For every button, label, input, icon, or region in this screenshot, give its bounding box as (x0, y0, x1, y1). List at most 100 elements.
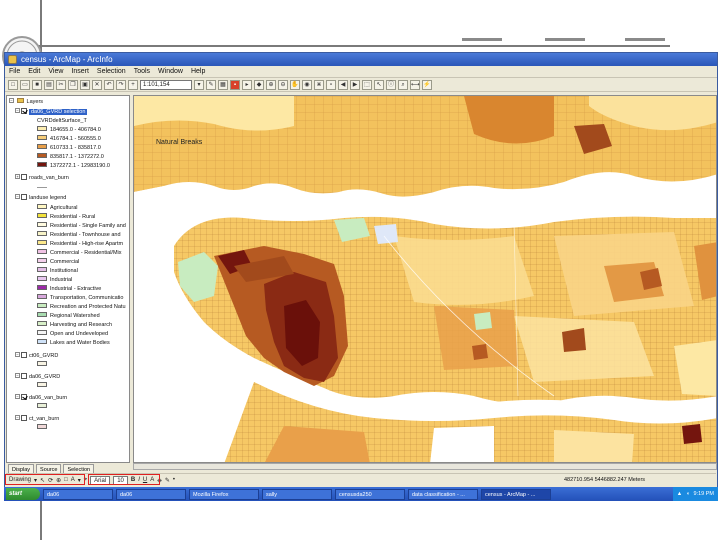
window-titlebar[interactable]: census - ArcMap - ArcInfo (5, 53, 717, 66)
command-line-icon[interactable]: ▸ (242, 79, 252, 90)
status-coordinates: 482710.954 5446882.247 Meters (564, 477, 646, 483)
network-icon[interactable]: ▲ (677, 487, 682, 501)
zoom-in-icon[interactable]: ⊕ (266, 79, 276, 90)
layer-visibility-checkbox[interactable] (21, 351, 27, 358)
map-legend-label: Natural Breaks (156, 139, 203, 146)
line-color-icon[interactable]: ✎ (165, 477, 170, 484)
copy-icon[interactable]: ❐ (68, 79, 78, 90)
menu-file[interactable]: File (9, 66, 20, 77)
print-icon[interactable]: ▤ (44, 79, 54, 90)
start-button[interactable]: start (6, 488, 40, 500)
taskbar-item[interactable]: censusda250 (335, 488, 405, 500)
decorative-dash (545, 38, 585, 41)
collapse-icon[interactable]: − (15, 194, 20, 200)
windows-taskbar: start da06 da06 Mozilla Firefox sally ce… (4, 487, 718, 501)
layer-visibility-checkbox[interactable] (21, 173, 27, 180)
landuse-swatch (37, 321, 47, 327)
menu-help[interactable]: Help (191, 66, 205, 77)
arctoolbox-icon[interactable]: ▪ (230, 79, 240, 90)
clock: 9:19 PM (693, 491, 714, 497)
delete-icon[interactable]: ✕ (92, 79, 102, 90)
landuse-class-item: Harvesting and Research (37, 321, 112, 330)
map-view[interactable]: Natural Breaks (133, 95, 717, 463)
hyperlink-icon[interactable]: ⚡ (422, 79, 432, 90)
toc-layer-selected[interactable]: − da06_GVRD selection (15, 107, 88, 117)
layer-visibility-checkbox[interactable] (21, 193, 27, 200)
layer-visibility-checkbox[interactable] (21, 414, 27, 421)
collapse-icon[interactable]: − (9, 98, 14, 104)
add-data-icon[interactable]: + (128, 79, 138, 90)
cut-icon[interactable]: ✂ (56, 79, 66, 90)
full-extent-icon[interactable]: ◉ (302, 79, 312, 90)
zoom-out-icon[interactable]: ⊖ (278, 79, 288, 90)
redo-icon[interactable]: ↷ (116, 79, 126, 90)
menu-view[interactable]: View (48, 66, 63, 77)
collapse-icon[interactable]: − (15, 394, 20, 400)
layer-visibility-checkbox[interactable] (21, 372, 27, 379)
volume-icon[interactable]: ◖ (686, 487, 689, 501)
class-item: 835817.1 - 1372272.0 (37, 153, 104, 162)
menu-window[interactable]: Window (158, 66, 183, 77)
toc-layer-landuse[interactable]: − landuse legend (15, 193, 66, 203)
find-icon[interactable]: ⌕ (398, 79, 408, 90)
map-scale-input[interactable]: 1:101,154 (140, 79, 192, 90)
scale-dropdown-icon[interactable]: ▾ (194, 79, 204, 90)
paste-icon[interactable]: ▣ (80, 79, 90, 90)
landuse-swatch (37, 213, 47, 219)
highlight-box (88, 474, 160, 485)
editor-icon[interactable]: ✎ (206, 79, 216, 90)
menu-edit[interactable]: Edit (28, 66, 40, 77)
menu-insert[interactable]: Insert (71, 66, 89, 77)
collapse-icon[interactable]: − (15, 415, 20, 421)
undo-icon[interactable]: ↶ (104, 79, 114, 90)
toc-layers-root[interactable]: − Layers (9, 98, 43, 107)
expand-icon[interactable]: + (15, 174, 20, 180)
menu-tools[interactable]: Tools (134, 66, 150, 77)
layer-visibility-checkbox[interactable] (21, 393, 27, 400)
class-item: 416784.1 - 560555.0 (37, 135, 101, 144)
layer-visibility-checkbox[interactable] (21, 107, 27, 114)
decorative-dash (625, 38, 665, 41)
new-icon[interactable]: □ (8, 79, 18, 90)
toc-layer-item[interactable]: − da06_GVRD (15, 372, 60, 382)
toc-layer-label: ct_van_burn (29, 416, 60, 422)
identify-icon[interactable]: ⓘ (386, 79, 396, 90)
choropleth-map[interactable] (134, 96, 717, 463)
toc-layer-item[interactable]: − ct06_GVRD (15, 351, 58, 361)
toc-layer-item[interactable]: − ct_van_burn (15, 414, 60, 424)
collapse-icon[interactable]: − (15, 108, 20, 114)
taskbar-item[interactable]: da06 (43, 488, 113, 500)
catalog-icon[interactable]: ▦ (218, 79, 228, 90)
open-icon[interactable]: ▭ (20, 79, 30, 90)
select-elements-icon[interactable]: ↖ (374, 79, 384, 90)
landuse-swatch (37, 294, 47, 300)
model-builder-icon[interactable]: ◆ (254, 79, 264, 90)
next-extent-icon[interactable]: ▶ (350, 79, 360, 90)
taskbar-item[interactable]: Mozilla Firefox (189, 488, 259, 500)
marker-color-icon[interactable]: • (173, 477, 175, 483)
previous-extent-icon[interactable]: ◀ (338, 79, 348, 90)
layer-symbol-swatch (37, 361, 47, 367)
fixed-zoom-in-icon[interactable]: ⋇ (314, 79, 324, 90)
collapse-icon[interactable]: − (15, 373, 20, 379)
collapse-icon[interactable]: − (15, 352, 20, 358)
menu-selection[interactable]: Selection (97, 66, 126, 77)
measure-icon[interactable]: ⟷ (410, 79, 420, 90)
taskbar-item[interactable]: da06 (116, 488, 186, 500)
taskbar-item[interactable]: sally (262, 488, 332, 500)
landuse-swatch (37, 258, 47, 264)
layer-symbol-swatch (37, 382, 47, 388)
arcmap-app-icon (8, 55, 17, 64)
fixed-zoom-out-icon[interactable]: ⋆ (326, 79, 336, 90)
toc-layer-roads[interactable]: + roads_van_burn (15, 173, 69, 183)
toc-layer-item[interactable]: − da06_van_burn (15, 393, 67, 403)
select-features-icon[interactable]: ⬚ (362, 79, 372, 90)
landuse-class-label: Agricultural (50, 205, 78, 211)
layer-symbol-swatch (37, 403, 47, 409)
map-horizontal-scrollbar[interactable] (133, 463, 717, 470)
taskbar-item-active[interactable]: census - ArcMap - ... (481, 488, 551, 500)
pan-icon[interactable]: ✋ (290, 79, 300, 90)
taskbar-item[interactable]: data classification - ... (408, 488, 478, 500)
save-icon[interactable]: ■ (32, 79, 42, 90)
decorative-dash (462, 38, 502, 41)
